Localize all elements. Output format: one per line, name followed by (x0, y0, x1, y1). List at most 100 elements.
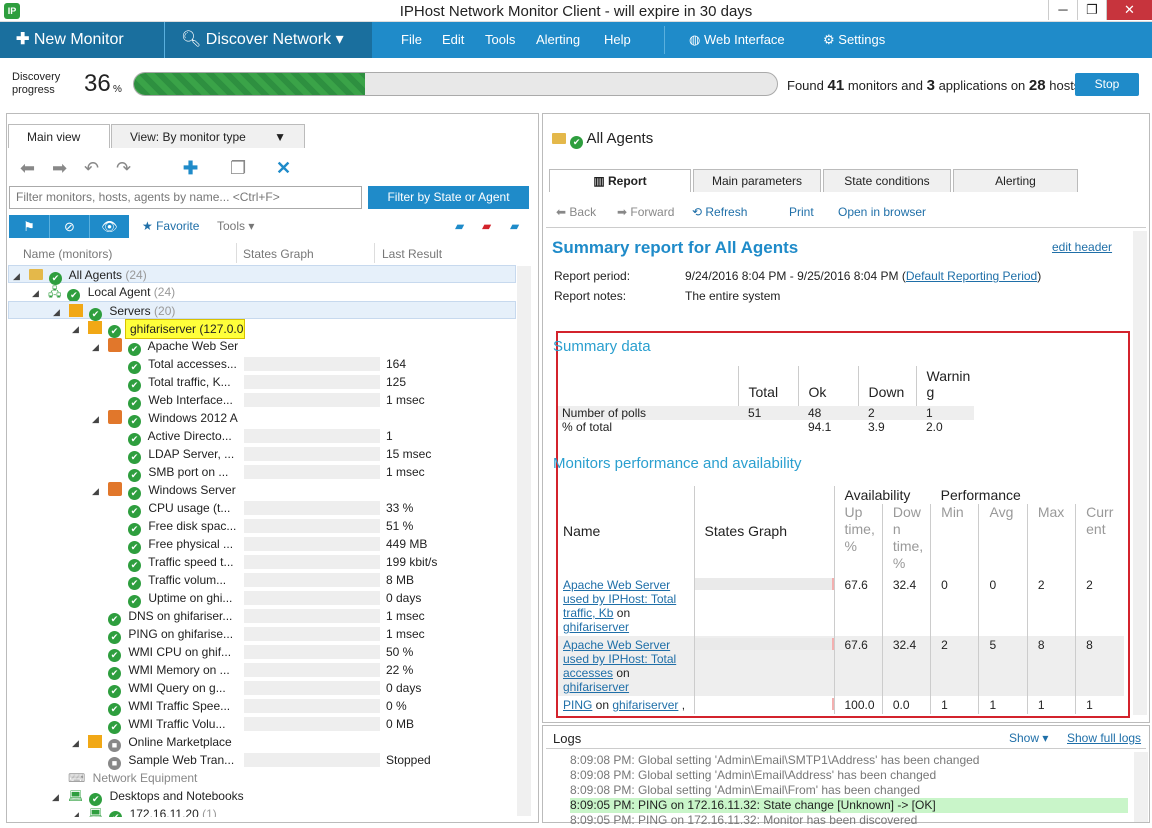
report-back-button[interactable]: ⬅ Back (556, 205, 596, 219)
tree-row[interactable]: ✔ WMI Memory on ... 22 % (8, 661, 516, 680)
tree-row[interactable]: ✔ PING on ghifarise... 1 msec (8, 625, 516, 644)
tree-row[interactable]: ◢ ✔ Servers (20) (8, 301, 516, 321)
tree-row[interactable]: ✔ SMB port on ... 1 msec (8, 463, 516, 482)
tree-row[interactable]: ✔ Total accesses... 164 (8, 355, 516, 374)
folder-open-icon[interactable]: ▰ (455, 219, 464, 233)
menu-alerting[interactable]: Alerting (536, 22, 580, 58)
tree-row[interactable]: ✔ Active Directo... 1 (8, 427, 516, 446)
delete-icon[interactable]: ✕ (276, 158, 291, 179)
tree-row[interactable]: ✔ Free disk spac... 51 % (8, 517, 516, 536)
menu-edit[interactable]: Edit (442, 22, 464, 58)
filter-input[interactable]: Filter monitors, hosts, agents by name..… (9, 186, 362, 209)
undo-icon[interactable]: ↶ (84, 158, 99, 179)
tree-row[interactable]: ◢ ✔ Windows 2012 A (8, 409, 516, 428)
column-result-header[interactable]: Last Result (382, 247, 442, 261)
tree-row[interactable]: ✔ LDAP Server, ... 15 msec (8, 445, 516, 464)
show-full-logs-link[interactable]: Show full logs (1067, 731, 1141, 745)
favorite-button[interactable]: ★ Favorite (142, 219, 199, 233)
tab-main-parameters[interactable]: Main parameters (693, 169, 821, 192)
expand-arrow-icon[interactable]: ◢ (72, 734, 82, 752)
filter-by-state-button[interactable]: Filter by State or Agent (368, 186, 529, 209)
host-link[interactable]: ghifariserver (563, 620, 629, 634)
tree-row[interactable]: ✔ WMI Query on g... 0 days (8, 679, 516, 698)
tree-row[interactable]: ✔ Traffic volum... 8 MB (8, 571, 516, 590)
tree-row[interactable]: ◢ ■ Online Marketplace (8, 733, 516, 752)
web-interface-button[interactable]: ◍ Web Interface (689, 22, 785, 58)
tab-state-conditions[interactable]: State conditions (823, 169, 951, 192)
tab-view-by-type[interactable]: View: By monitor type ▼ (111, 124, 305, 148)
report-scrollbar[interactable] (1133, 231, 1147, 715)
menu-help[interactable]: Help (604, 22, 631, 58)
logs-show-dropdown[interactable]: Show ▾ (1009, 731, 1048, 745)
tree-row[interactable]: ◢ ✔ Windows Server (8, 481, 516, 500)
default-period-link[interactable]: Default Reporting Period (906, 269, 1037, 283)
tree-row[interactable]: ✔ DNS on ghifariser... 1 msec (8, 607, 516, 626)
tree-row[interactable]: ✔ Uptime on ghi... 0 days (8, 589, 516, 608)
tree-row[interactable]: ✔ WMI Traffic Volu... 0 MB (8, 715, 516, 734)
column-name-header[interactable]: Name (monitors) (23, 247, 112, 261)
tree-row[interactable]: ✔ Web Interface... 1 msec (8, 391, 516, 410)
monitor-link[interactable]: PING (563, 698, 592, 712)
tree-row[interactable]: ✔ Total traffic, K... 125 (8, 373, 516, 392)
tree-row[interactable]: ◢ 💻︎ ✔ Desktops and Notebooks (8, 787, 516, 806)
expand-arrow-icon[interactable]: ◢ (92, 482, 102, 500)
tree-row[interactable]: ✔ Free physical ... 449 MB (8, 535, 516, 554)
stop-discovery-button[interactable]: Stop (1075, 73, 1139, 96)
add-icon[interactable]: ✚ (183, 158, 198, 179)
expand-arrow-icon[interactable]: ◢ (32, 284, 42, 302)
flag-icon[interactable]: ⚑ (9, 215, 49, 238)
tree-row[interactable]: ◢ ✔ ghifariserver (127.0.0.1) (8, 319, 516, 339)
states-graph-cell (244, 663, 380, 677)
duplicate-icon[interactable]: ❐ (230, 158, 246, 179)
monitor-link[interactable]: Apache Web Server used by IPHost: Total … (563, 638, 676, 680)
discover-network-label: Discover Network (205, 31, 332, 48)
eye-icon[interactable]: 👁︎ (89, 215, 129, 238)
tree-row[interactable]: ✔ WMI CPU on ghif... 50 % (8, 643, 516, 662)
divider (546, 227, 1146, 228)
perf-col-graph: States Graph (693, 486, 834, 576)
restore-button[interactable]: ❐ (1077, 0, 1106, 20)
print-button[interactable]: Print (789, 205, 814, 219)
logs-scrollbar[interactable] (1134, 752, 1148, 822)
tree-row[interactable]: ◢ 🖧︎ ✔ Local Agent (24) (8, 283, 516, 302)
monitor-link[interactable]: Apache Web Server used by IPHost: Total … (563, 578, 676, 620)
tree-row[interactable]: ✔ CPU usage (t... 33 % (8, 499, 516, 518)
expand-arrow-icon[interactable]: ◢ (72, 806, 82, 817)
expand-arrow-icon[interactable]: ◢ (92, 410, 102, 428)
redo-icon[interactable]: ↷ (116, 158, 131, 179)
tree-row[interactable]: ◢ 💻︎ ✔ 172.16.11.20 (1) (8, 805, 516, 817)
tree-row[interactable]: ◢ ✔ All Agents (24) (8, 265, 516, 285)
tree-row[interactable]: ◢ ✔ Apache Web Ser (8, 337, 516, 356)
tab-report[interactable]: ▥ Report (549, 169, 691, 192)
menu-file[interactable]: File (401, 22, 422, 58)
back-arrow-icon[interactable]: ⬅ (20, 158, 35, 179)
close-button[interactable]: ✕ (1106, 0, 1152, 20)
expand-arrow-icon[interactable]: ◢ (92, 338, 102, 356)
edit-header-link[interactable]: edit header (1052, 240, 1112, 254)
block-icon[interactable]: ⊘ (49, 215, 89, 238)
new-monitor-button[interactable]: ✚ New Monitor (0, 22, 170, 58)
tree-row[interactable]: ■ Sample Web Tran... Stopped (8, 751, 516, 770)
open-in-browser-button[interactable]: Open in browser (838, 205, 926, 219)
folder-icon[interactable]: ▰ (510, 219, 519, 233)
tree-row[interactable]: ⌨︎ Network Equipment (8, 769, 516, 787)
expand-arrow-icon[interactable]: ◢ (72, 320, 82, 338)
tab-main-view[interactable]: Main view (8, 124, 110, 148)
host-link[interactable]: ghifariserver (563, 680, 629, 694)
discover-network-button[interactable]: 🔍︎ Discover Network ▾ (164, 22, 372, 58)
tab-alerting[interactable]: Alerting (953, 169, 1078, 192)
forward-arrow-icon[interactable]: ➡ (52, 158, 67, 179)
host-link[interactable]: ghifariserver (612, 698, 678, 712)
tools-dropdown[interactable]: Tools ▾ (217, 219, 254, 233)
column-graph-header[interactable]: States Graph (243, 247, 314, 261)
folder-alert-icon[interactable]: ▰ (482, 219, 491, 233)
tree-row[interactable]: ✔ Traffic speed t... 199 kbit/s (8, 553, 516, 572)
report-forward-button[interactable]: ➡ Forward (617, 205, 674, 219)
minimize-button[interactable]: ─ (1048, 0, 1077, 20)
tree-scrollbar[interactable] (517, 266, 531, 816)
settings-button[interactable]: ⚙ Settings (823, 22, 885, 58)
tree-row[interactable]: ✔ WMI Traffic Spee... 0 % (8, 697, 516, 716)
menu-tools[interactable]: Tools (485, 22, 515, 58)
refresh-button[interactable]: ⟲ Refresh (692, 205, 747, 219)
expand-arrow-icon[interactable]: ◢ (52, 788, 62, 806)
